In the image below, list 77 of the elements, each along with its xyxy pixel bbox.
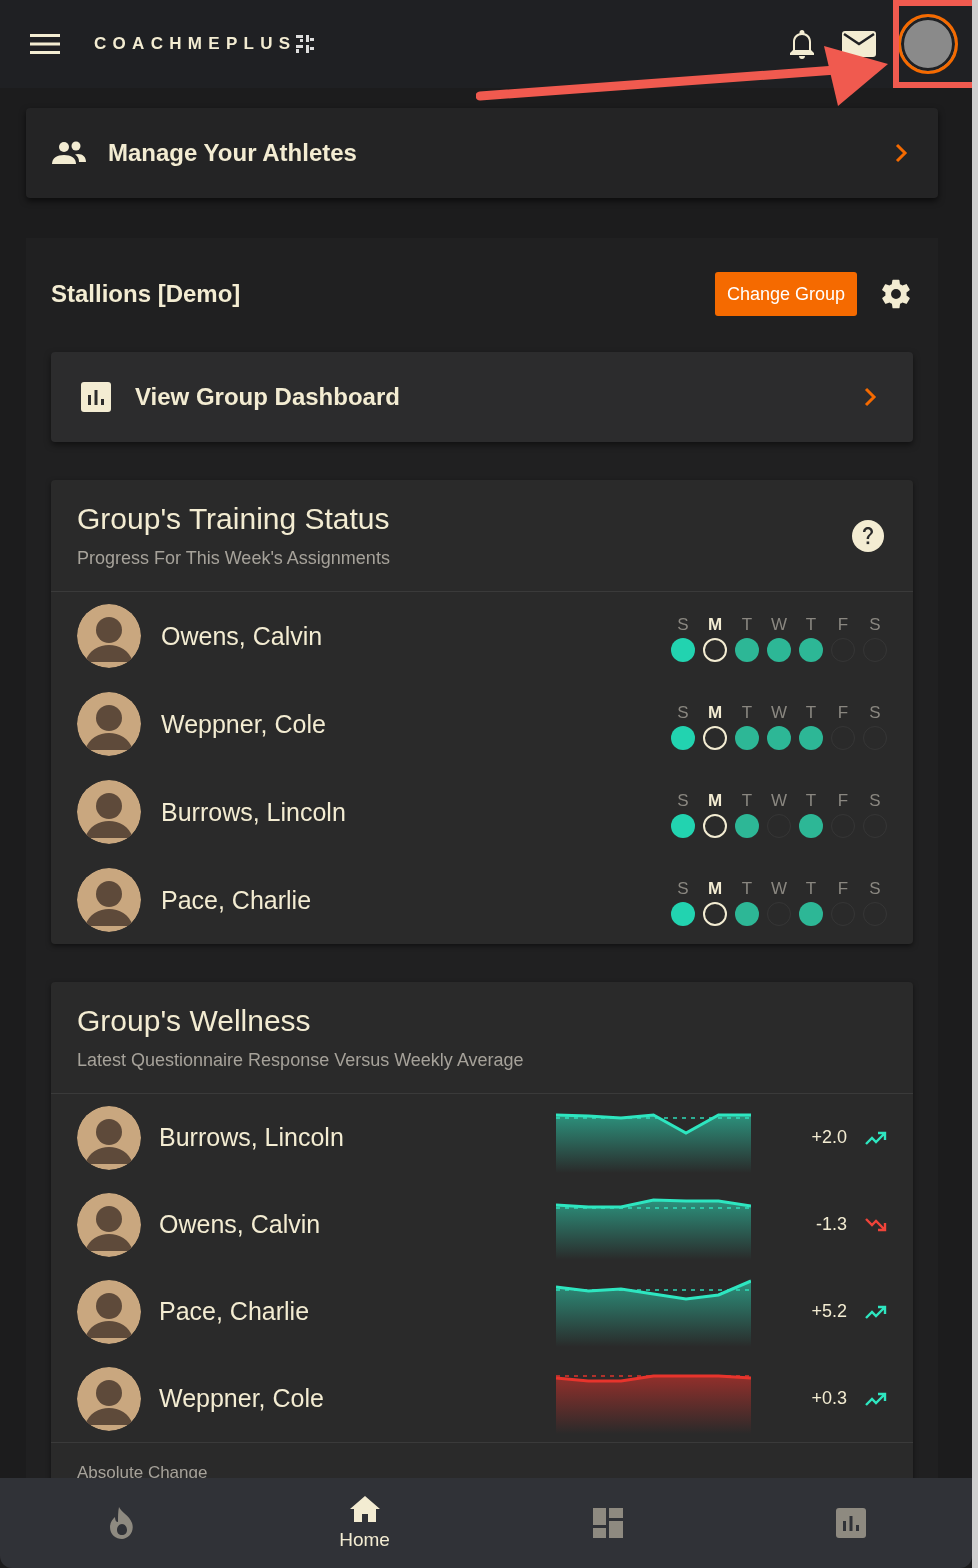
weekday-label: S: [869, 792, 881, 810]
dashboard-icon: [592, 1508, 623, 1538]
athlete-avatar: [77, 1279, 141, 1344]
footer-label: Absolute Change: [77, 1463, 208, 1482]
athlete-name: Burrows, Lincoln: [161, 797, 346, 827]
weekday-label: T: [741, 704, 753, 722]
change-value: -1.3: [814, 1214, 847, 1235]
home-icon: [348, 1495, 381, 1523]
athlete-avatar: [77, 1192, 141, 1257]
weekday-label: T: [805, 704, 817, 722]
weekday-label: S: [869, 704, 881, 722]
weekday-label: S: [869, 616, 881, 634]
athlete-avatar: [77, 1366, 141, 1431]
athlete-name: Pace, Charlie: [161, 885, 312, 915]
chevron-icon: [863, 387, 877, 407]
card-subtitle: Progress For This Week's Assignments: [77, 548, 391, 569]
weekday-label: M: [707, 616, 723, 634]
bell-icon[interactable]: [788, 28, 816, 60]
trend-up-icon: [865, 1391, 887, 1406]
help-icon[interactable]: [851, 518, 885, 553]
athlete-name: Owens, Calvin: [161, 621, 323, 651]
bar-chart-icon: [835, 1508, 866, 1538]
athlete-name: Pace, Charlie: [159, 1297, 310, 1326]
change-value: +5.2: [810, 1301, 847, 1322]
weekday-label: T: [741, 792, 753, 810]
weekday-label: W: [770, 792, 787, 810]
weekday-label: M: [707, 880, 723, 898]
group-dashboard-link[interactable]: View Group Dashboard: [51, 352, 913, 442]
athlete-name: Owens, Calvin: [159, 1210, 321, 1239]
logo-icon: [296, 35, 315, 53]
weekday-label: T: [741, 880, 753, 898]
group-name: Stallions [Demo]: [51, 280, 241, 308]
trend-down-icon: [865, 1217, 887, 1232]
manage-athletes-link[interactable]: Manage Your Athletes: [26, 108, 938, 198]
card-subtitle: Latest Questionnaire Response Versus Weekly Average: [77, 1050, 525, 1071]
athlete-avatar: [77, 1105, 141, 1170]
weekday-label: F: [837, 616, 849, 634]
weekday-label: M: [707, 792, 723, 810]
trend-up-icon: [865, 1304, 887, 1319]
weekday-label: T: [805, 792, 817, 810]
logo-text: COACHMEPLUS: [94, 34, 297, 54]
weekday-label: S: [677, 704, 689, 722]
weekday-label: W: [770, 880, 787, 898]
weekday-label: W: [770, 704, 787, 722]
mail-icon[interactable]: [842, 31, 876, 57]
change-value: +2.0: [810, 1127, 847, 1148]
trend-up-icon: [865, 1130, 887, 1145]
weekday-label: F: [837, 704, 849, 722]
athlete-avatar: [77, 604, 141, 668]
weekday-label: F: [837, 792, 849, 810]
bar-chart-icon: [81, 382, 111, 412]
weekday-label: W: [770, 616, 787, 634]
athlete-name: Burrows, Lincoln: [159, 1123, 344, 1152]
weekday-label: T: [805, 880, 817, 898]
athlete-avatar: [77, 692, 141, 756]
card-title: Group's Training Status: [77, 502, 391, 536]
weekday-label: S: [677, 880, 689, 898]
menu-icon[interactable]: [30, 33, 60, 55]
nav-tab[interactable]: Home: [243, 1478, 486, 1568]
profile-avatar[interactable]: [898, 14, 958, 74]
settings-icon[interactable]: [879, 277, 913, 311]
weekday-label: S: [677, 792, 689, 810]
chevron-icon: [894, 143, 908, 163]
athlete-name: Weppner, Cole: [161, 709, 326, 739]
card-title: Group's Wellness: [77, 1004, 312, 1038]
weekday-label: T: [741, 616, 753, 634]
weekday-label: M: [707, 704, 723, 722]
weekday-label: S: [677, 616, 689, 634]
weekday-label: S: [869, 880, 881, 898]
weekday-label: F: [837, 880, 849, 898]
weekday-label: T: [805, 616, 817, 634]
people-icon: [52, 141, 86, 165]
athlete-avatar: [77, 868, 141, 932]
flame-icon: [108, 1506, 135, 1540]
athlete-avatar: [77, 780, 141, 844]
athlete-name: Weppner, Cole: [159, 1384, 324, 1413]
change-value: +0.3: [810, 1388, 847, 1409]
